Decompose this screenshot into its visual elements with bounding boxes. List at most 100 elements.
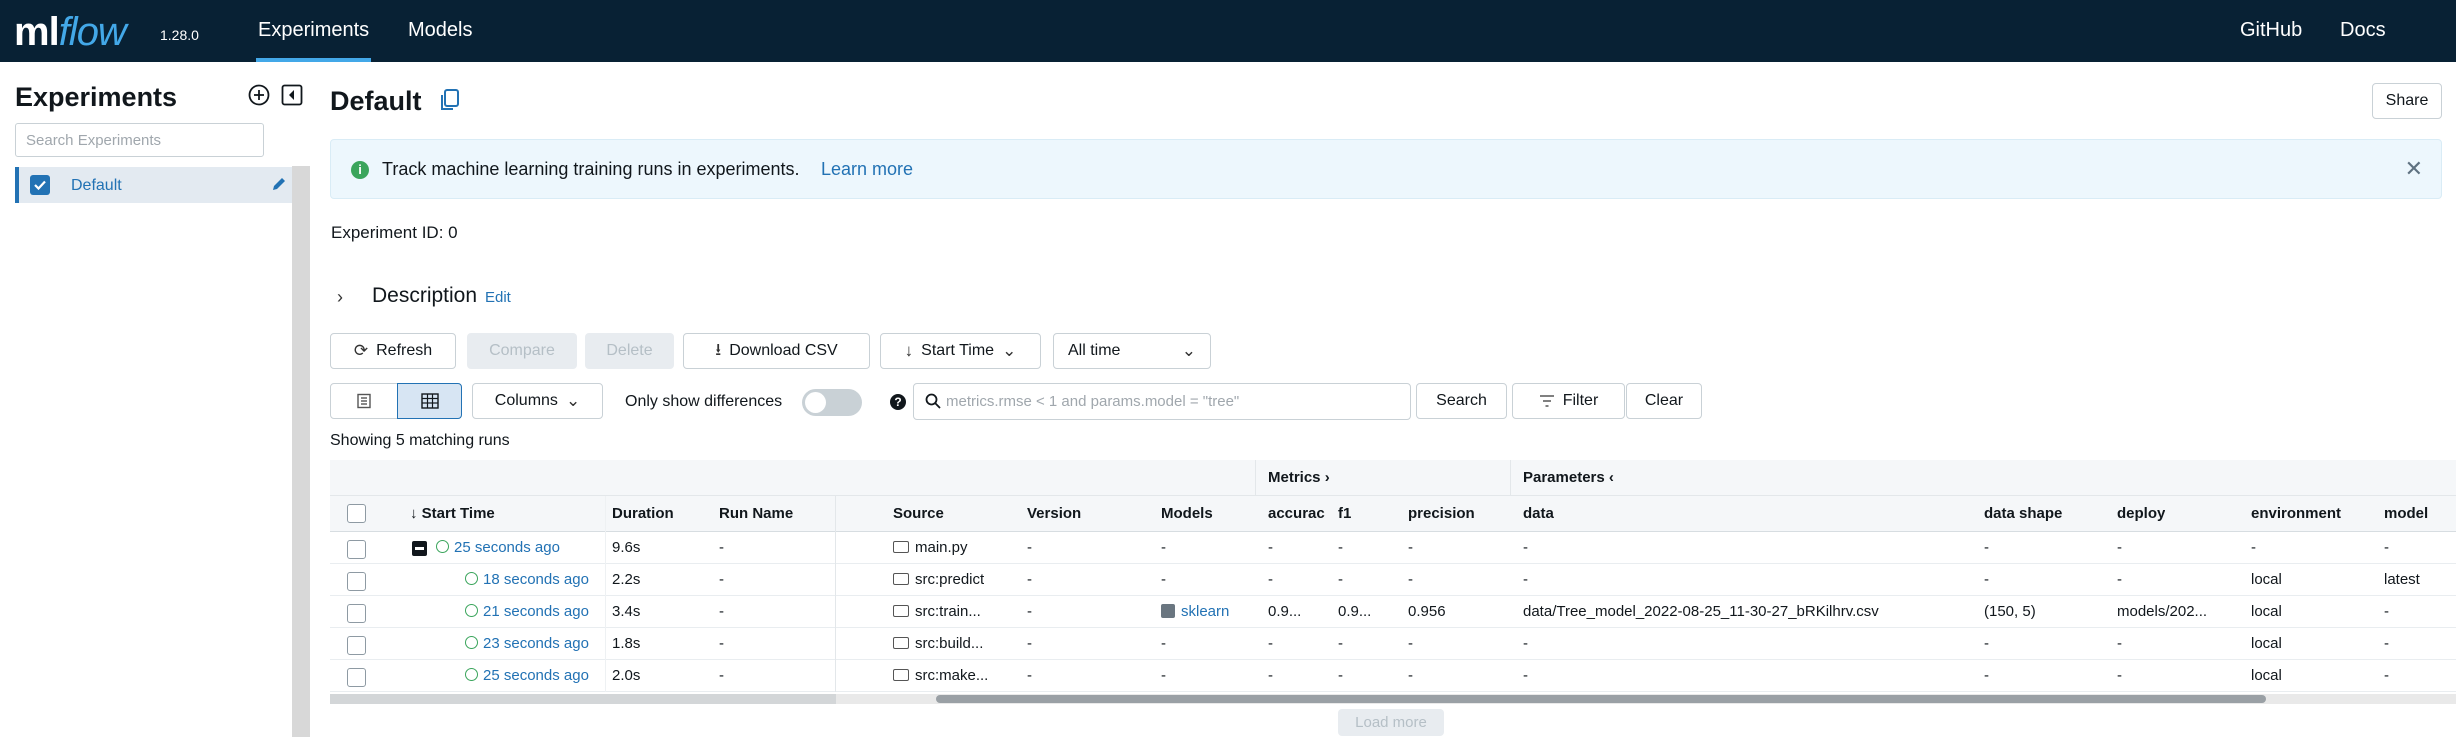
table-row[interactable]: 18 seconds ago 2.2s - src:predict - - - … xyxy=(330,564,2456,596)
search-experiments-input[interactable] xyxy=(15,123,264,157)
header-precision[interactable]: precision xyxy=(1408,496,1475,532)
download-csv-button[interactable]: ⭳ Download CSV xyxy=(683,333,870,369)
table-row[interactable]: 25 seconds ago 2.0s - src:make... - - - … xyxy=(330,660,2456,692)
search-runs-input[interactable] xyxy=(946,384,1406,419)
table-row[interactable]: 21 seconds ago 3.4s - src:train... - skl… xyxy=(330,596,2456,628)
horizontal-scroll-thumb[interactable] xyxy=(936,695,2266,703)
list-view-button[interactable] xyxy=(330,383,398,419)
header-models[interactable]: Models xyxy=(1161,496,1213,532)
close-icon[interactable]: ✕ xyxy=(2405,156,2423,182)
run-name: - xyxy=(719,603,724,620)
select-all-checkbox[interactable] xyxy=(347,504,366,523)
sidebar-title: Experiments xyxy=(15,82,178,112)
parameters-group-header[interactable]: Parameters ‹ xyxy=(1523,460,1614,496)
header-deploy[interactable]: deploy xyxy=(2117,496,2165,532)
clear-button[interactable]: Clear xyxy=(1626,383,1702,419)
table-view-button[interactable] xyxy=(397,383,462,419)
metrics-group-header[interactable]: Metrics › xyxy=(1268,460,1330,496)
description-edit-link[interactable]: Edit xyxy=(485,289,511,306)
row-checkbox[interactable] xyxy=(347,540,366,559)
run-source[interactable]: src:make... xyxy=(893,660,988,692)
run-source[interactable]: main.py xyxy=(893,532,968,564)
header-environment[interactable]: environment xyxy=(2251,496,2341,532)
run-search-box[interactable] xyxy=(913,383,1411,420)
download-icon: ⭳ xyxy=(715,339,722,359)
time-range-dropdown[interactable]: All time ⌄ xyxy=(1053,333,1211,369)
nav-experiments[interactable]: Experiments xyxy=(255,19,372,62)
columns-dropdown[interactable]: Columns ⌄ xyxy=(472,383,603,419)
run-deploy: - xyxy=(2117,667,2122,684)
description-toggle[interactable]: Description xyxy=(372,284,477,308)
run-duration: 9.6s xyxy=(612,539,641,556)
row-checkbox[interactable] xyxy=(347,572,366,591)
run-data-shape: (150, 5) xyxy=(1984,603,2036,620)
table-row[interactable]: 23 seconds ago 1.8s - src:build... - - -… xyxy=(330,628,2456,660)
folder-icon xyxy=(893,605,909,617)
run-precision: - xyxy=(1408,667,1413,684)
banner-text: Track machine learning training runs in … xyxy=(382,159,800,179)
row-checkbox[interactable] xyxy=(347,604,366,623)
run-source[interactable]: src:predict xyxy=(893,564,984,596)
header-start-time[interactable]: ↓ Start Time xyxy=(410,496,495,532)
filter-button[interactable]: Filter xyxy=(1512,383,1625,419)
run-data-shape: - xyxy=(1984,571,1989,588)
refresh-button[interactable]: ⟳ Refresh xyxy=(330,333,456,369)
header-source[interactable]: Source xyxy=(893,496,944,532)
learn-more-link[interactable]: Learn more xyxy=(821,159,913,180)
help-icon[interactable]: ? xyxy=(890,394,906,410)
load-more-button[interactable]: Load more xyxy=(1338,709,1444,736)
run-environment: local xyxy=(2251,667,2282,684)
table-row[interactable]: 25 seconds ago 9.6s - main.py - - - - - … xyxy=(330,532,2456,564)
collapse-group-icon[interactable] xyxy=(412,541,427,556)
header-run-name[interactable]: Run Name xyxy=(719,496,793,532)
run-start-time[interactable]: 23 seconds ago xyxy=(465,628,595,660)
run-models: - xyxy=(1161,571,1166,588)
row-checkbox[interactable] xyxy=(347,668,366,687)
run-version: - xyxy=(1027,603,1032,620)
run-start-time[interactable]: 25 seconds ago xyxy=(436,532,560,564)
success-icon xyxy=(465,572,478,585)
run-source[interactable]: src:build... xyxy=(893,628,983,660)
share-button[interactable]: Share xyxy=(2372,83,2442,119)
run-models[interactable]: sklearn xyxy=(1161,596,1229,628)
sidebar-item-default[interactable]: Default xyxy=(15,167,292,203)
header-duration[interactable]: Duration xyxy=(612,496,674,532)
row-checkbox[interactable] xyxy=(347,636,366,655)
folder-icon xyxy=(893,573,909,585)
run-start-time[interactable]: 25 seconds ago xyxy=(465,660,595,692)
nav-models[interactable]: Models xyxy=(408,19,472,42)
experiment-checkbox[interactable] xyxy=(30,175,50,195)
sort-dropdown[interactable]: ↓ Start Time ⌄ xyxy=(880,333,1041,369)
header-data-shape[interactable]: data shape xyxy=(1984,496,2062,532)
delete-button[interactable]: Delete xyxy=(585,333,674,369)
search-button[interactable]: Search xyxy=(1416,383,1507,419)
header-accuracy[interactable]: accurac xyxy=(1268,496,1328,532)
run-start-time[interactable]: 18 seconds ago xyxy=(465,564,595,596)
copy-icon[interactable] xyxy=(436,87,462,113)
run-start-time[interactable]: 21 seconds ago xyxy=(465,596,595,628)
run-precision: - xyxy=(1408,635,1413,652)
mlflow-logo[interactable]: mlflow xyxy=(14,10,127,55)
collapse-sidebar-icon[interactable] xyxy=(281,84,303,106)
header-model[interactable]: model xyxy=(2384,496,2428,532)
nav-docs[interactable]: Docs xyxy=(2340,19,2386,42)
run-duration: 1.8s xyxy=(612,635,641,652)
header-f1[interactable]: f1 xyxy=(1338,496,1351,532)
run-data-shape: - xyxy=(1984,539,1989,556)
laptop-icon xyxy=(893,541,909,553)
run-model: latest xyxy=(2384,571,2420,588)
compare-button[interactable]: Compare xyxy=(467,333,577,369)
edit-pencil-icon[interactable] xyxy=(270,175,288,193)
only-diff-toggle[interactable] xyxy=(802,389,862,416)
page-title: Default xyxy=(330,86,422,116)
sidebar-scrollbar[interactable] xyxy=(292,166,310,737)
only-diff-label: Only show differences xyxy=(625,393,783,410)
nav-github[interactable]: GitHub xyxy=(2240,19,2302,42)
chevron-right-icon[interactable]: › xyxy=(337,287,343,308)
header-version[interactable]: Version xyxy=(1027,496,1081,532)
run-name: - xyxy=(719,667,724,684)
add-experiment-icon[interactable] xyxy=(248,84,270,106)
run-source[interactable]: src:train... xyxy=(893,596,981,628)
table-view-icon xyxy=(420,393,439,409)
header-data[interactable]: data xyxy=(1523,496,1554,532)
